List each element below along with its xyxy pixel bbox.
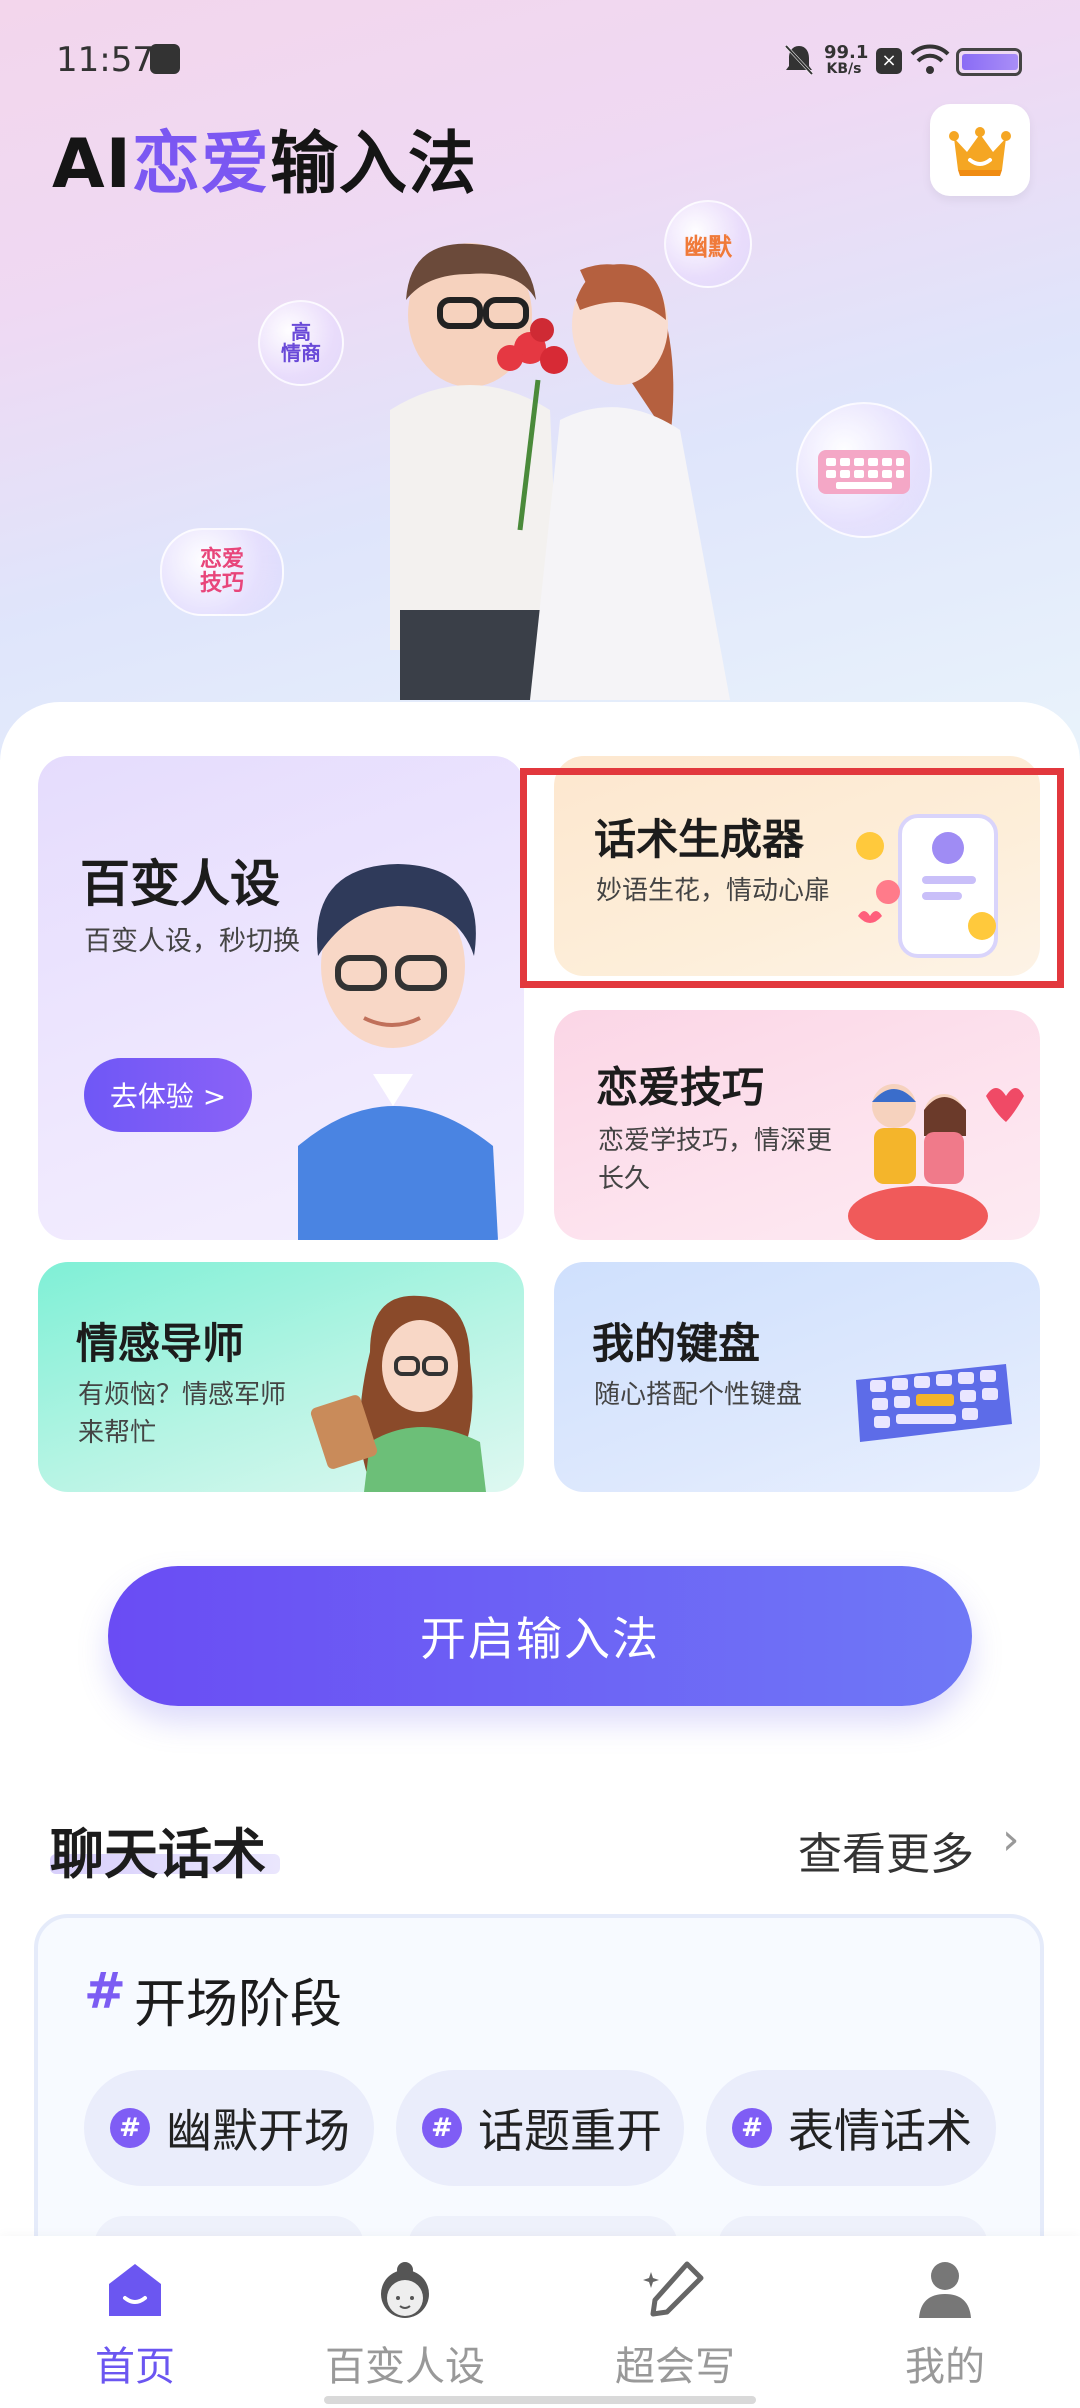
title-accent: 恋爱: [131, 125, 270, 204]
app-title: AI恋爱输入法: [52, 108, 477, 207]
couple-on-heart-illustration: [848, 1084, 1024, 1240]
card-love-tips-title: 恋爱技巧: [596, 1063, 765, 1112]
section-title-chat: 聊天话术: [50, 1823, 266, 1886]
nav-home-label: 首页: [95, 2344, 175, 2390]
chevron-right-icon[interactable]: ›: [1002, 1814, 1020, 1865]
keyboard-illustration: [856, 1364, 1012, 1442]
couple-illustration: [390, 243, 730, 700]
close-app-icon: ×: [876, 48, 902, 74]
nav-persona[interactable]: 百变人设: [270, 2236, 540, 2408]
persona-icon: [381, 2262, 429, 2318]
notification-icon: [150, 44, 180, 74]
start-input-method-button[interactable]: 开启输入法: [108, 1566, 972, 1706]
card-love-tips-subtitle-1: 恋爱学技巧，情深更: [598, 1126, 833, 1156]
title-prefix: AI: [52, 125, 132, 204]
try-button[interactable]: 去体验 >: [84, 1058, 252, 1132]
card-love-tips-subtitle-2: 长久: [598, 1164, 651, 1194]
chip-topic-restart[interactable]: # 话题重开: [396, 2070, 684, 2186]
nav-profile-label: 我的: [905, 2344, 985, 2390]
wifi-icon: [910, 44, 950, 74]
network-speed-unit: KB/s: [826, 61, 862, 77]
vip-button[interactable]: [930, 104, 1030, 196]
chip-label: 话题重开: [478, 2104, 662, 2158]
chip-humor-opening[interactable]: # 幽默开场: [84, 2070, 374, 2186]
hash-icon: #: [84, 1962, 126, 2020]
status-time: 11:57: [56, 40, 154, 80]
nav-write[interactable]: 超会写: [540, 2236, 810, 2408]
card-persona-subtitle: 百变人设，秒切换: [84, 926, 300, 957]
home-icon: [109, 2264, 161, 2316]
card-persona[interactable]: 百变人设 百变人设，秒切换: [38, 756, 524, 1240]
stage-title: 开场阶段: [134, 1975, 343, 2035]
home-indicator: [324, 2396, 756, 2404]
mute-bell-icon: [784, 44, 814, 76]
card-persona-title: 百变人设: [80, 855, 280, 913]
chip-emoji-talk[interactable]: # 表情话术: [706, 2070, 996, 2186]
see-more-link[interactable]: 查看更多: [798, 1818, 974, 1882]
pink-keyboard-icon: [818, 450, 910, 494]
status-bar: 11:57 99.1 KB/s ×: [0, 0, 1080, 120]
network-speed: 99.1: [824, 42, 869, 63]
chip-label: 幽默开场: [166, 2104, 350, 2158]
persona-boy-illustration: [298, 864, 498, 1240]
nav-write-label: 超会写: [615, 2344, 735, 2390]
bubble-keyboard: [796, 402, 932, 538]
card-keyboard[interactable]: 我的键盘 随心搭配个性键盘: [554, 1262, 1040, 1492]
card-love-tips[interactable]: 恋爱技巧 恋爱学技巧，情深更 长久: [554, 1010, 1040, 1240]
hero-banner: 11:57 99.1 KB/s × AI恋爱输入法 幽默 高 情商 恋爱 技巧: [0, 0, 1080, 760]
hash-badge-icon: #: [422, 2108, 462, 2148]
mentor-girl-illustration: [310, 1295, 486, 1492]
card-mentor[interactable]: 情感导师 有烦恼？情感军师 来帮忙: [38, 1262, 524, 1492]
hash-badge-icon: #: [110, 2108, 150, 2148]
bubble-love-tips: 恋爱 技巧: [160, 528, 284, 616]
bottom-nav: 首页 百变人设 超会写 我的: [0, 2236, 1080, 2408]
card-mentor-title: 情感导师: [76, 1319, 245, 1368]
card-mentor-subtitle-2: 来帮忙: [78, 1418, 157, 1448]
card-keyboard-title: 我的键盘: [592, 1319, 761, 1368]
hash-badge-icon: #: [732, 2108, 772, 2148]
title-suffix: 输入法: [269, 125, 477, 204]
pen-icon: [643, 2261, 704, 2317]
card-keyboard-subtitle: 随心搭配个性键盘: [594, 1380, 803, 1410]
nav-home[interactable]: 首页: [0, 2236, 270, 2408]
card-mentor-subtitle-1: 有烦恼？情感军师: [78, 1380, 287, 1410]
crown-icon: [949, 127, 1011, 176]
highlight-box: [520, 768, 1064, 988]
nav-profile[interactable]: 我的: [810, 2236, 1080, 2408]
battery-icon: [956, 48, 1022, 76]
profile-icon: [919, 2262, 971, 2318]
nav-persona-label: 百变人设: [325, 2344, 485, 2390]
chip-label: 表情话术: [788, 2104, 972, 2158]
